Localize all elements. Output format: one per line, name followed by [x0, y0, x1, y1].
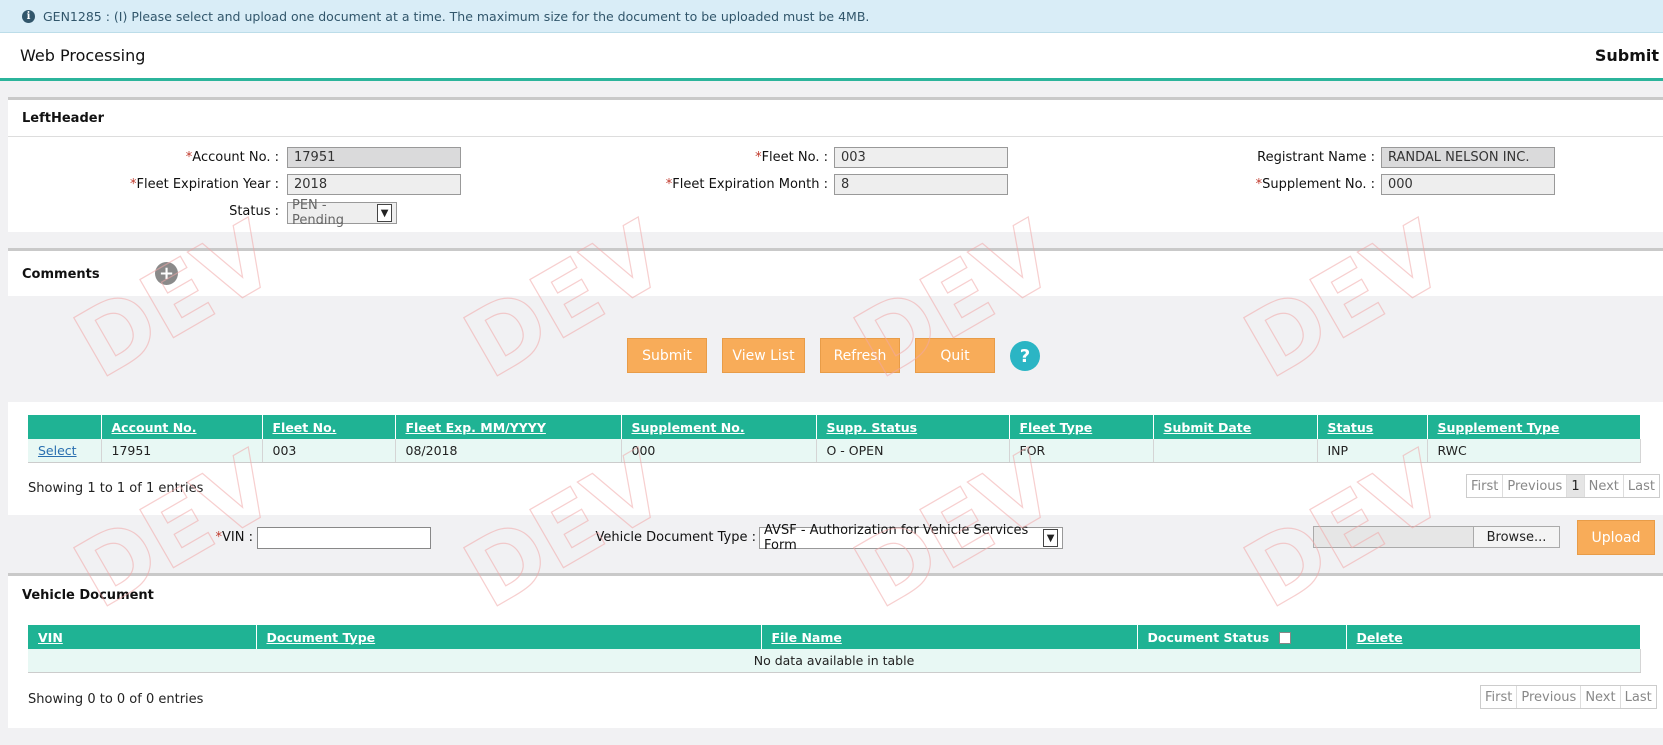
- registrant-name-label: Registrant Name :: [1257, 150, 1375, 165]
- column-header-submit-date[interactable]: Submit Date: [1153, 415, 1318, 439]
- table-row: Select 17951 003 08/2018 000 O - OPEN FO…: [28, 439, 1641, 463]
- info-icon: i: [22, 9, 35, 23]
- fleet-expiration-year-field[interactable]: 2018: [287, 174, 461, 195]
- vehicle-document-title: Vehicle Document: [22, 587, 154, 603]
- vin-label: *VIN :: [215, 530, 253, 545]
- pager-previous[interactable]: Previous: [1517, 686, 1582, 708]
- table-cell: [1153, 439, 1318, 463]
- browse-button[interactable]: Browse...: [1473, 527, 1559, 547]
- table-cell: 000: [621, 439, 817, 463]
- table-cell: 003: [262, 439, 396, 463]
- table-cell: RWC: [1427, 439, 1641, 463]
- info-message-bar: i GEN1285 : (I) Please select and upload…: [0, 0, 1663, 33]
- account-no-field[interactable]: 17951: [287, 147, 461, 168]
- fleet-table-info: Showing 1 to 1 of 1 entries: [28, 481, 204, 496]
- vehicle-document-info: Showing 0 to 0 of 0 entries: [28, 692, 204, 707]
- pager-next[interactable]: Next: [1581, 686, 1621, 708]
- comments-panel: Comments: [8, 248, 1663, 296]
- vehicle-document-header: VIN Document Type File Name Document Sta…: [28, 625, 1641, 649]
- vehicle-document-table: VIN Document Type File Name Document Sta…: [28, 625, 1641, 673]
- table-cell: FOR: [1009, 439, 1154, 463]
- comments-title: Comments: [22, 266, 100, 282]
- status-label: Status :: [229, 204, 279, 219]
- table-cell[interactable]: Select: [28, 439, 102, 463]
- chevron-down-icon: ▼: [377, 204, 392, 222]
- view-list-button[interactable]: View List: [722, 338, 805, 373]
- column-header-supp-status[interactable]: Supp. Status: [816, 415, 1010, 439]
- column-header-document-type[interactable]: Document Type: [256, 625, 762, 649]
- empty-table-message: No data available in table: [28, 649, 1641, 673]
- pager-first[interactable]: First: [1467, 475, 1504, 497]
- column-header-fleet-type[interactable]: Fleet Type: [1009, 415, 1154, 439]
- select-all-checkbox[interactable]: [1279, 632, 1292, 644]
- refresh-button[interactable]: Refresh: [820, 338, 900, 373]
- fleet-expiration-month-field[interactable]: 8: [834, 174, 1008, 195]
- column-header-fleet-exp[interactable]: Fleet Exp. MM/YYYY: [395, 415, 622, 439]
- table-cell: O - OPEN: [816, 439, 1010, 463]
- column-header-supplement-no[interactable]: Supplement No.: [621, 415, 817, 439]
- column-header-supplement-type[interactable]: Supplement Type: [1427, 415, 1641, 439]
- help-icon[interactable]: ?: [1010, 341, 1040, 371]
- supplement-no-label: *Supplement No. :: [1255, 177, 1375, 192]
- table-cell: 17951: [101, 439, 263, 463]
- info-message-text: GEN1285 : (I) Please select and upload o…: [43, 8, 870, 24]
- submit-button[interactable]: Submit: [627, 338, 707, 373]
- select-link[interactable]: Select: [38, 443, 77, 458]
- fleet-table-header: Account No. Fleet No. Fleet Exp. MM/YYYY…: [28, 415, 1641, 439]
- file-picker[interactable]: Browse...: [1313, 526, 1560, 548]
- pager-previous[interactable]: Previous: [1503, 475, 1568, 497]
- vin-input[interactable]: [257, 527, 431, 549]
- pager-next[interactable]: Next: [1585, 475, 1624, 497]
- column-header-account-no[interactable]: Account No.: [101, 415, 263, 439]
- chevron-down-icon: ▼: [1043, 529, 1058, 547]
- pager-last[interactable]: Last: [1624, 475, 1659, 497]
- fleet-expiration-month-label: *Fleet Expiration Month :: [665, 177, 828, 192]
- status-select[interactable]: PEN - Pending ▼: [287, 198, 397, 228]
- upload-button[interactable]: Upload: [1577, 520, 1655, 555]
- page-header: Web Processing Submit: [0, 33, 1663, 81]
- left-header-title: LeftHeader: [8, 100, 1663, 137]
- fleet-no-field[interactable]: 003: [834, 147, 1008, 168]
- column-header-select: [28, 415, 102, 439]
- header-submit-link[interactable]: Submit: [1595, 46, 1659, 65]
- fleet-table: Account No. Fleet No. Fleet Exp. MM/YYYY…: [28, 415, 1641, 463]
- page-title: Web Processing: [20, 46, 146, 65]
- column-header-vin[interactable]: VIN: [28, 625, 257, 649]
- vehicle-document-pager: First Previous Next Last: [1480, 685, 1657, 709]
- vehicle-document-type-select[interactable]: AVSF - Authorization for Vehicle Service…: [759, 523, 1063, 553]
- pager-last[interactable]: Last: [1621, 686, 1656, 708]
- column-header-delete[interactable]: Delete: [1346, 625, 1641, 649]
- column-header-fleet-no[interactable]: Fleet No.: [262, 415, 396, 439]
- registrant-name-field[interactable]: RANDAL NELSON INC.: [1381, 147, 1555, 168]
- quit-button[interactable]: Quit: [915, 338, 995, 373]
- column-header-file-name[interactable]: File Name: [761, 625, 1138, 649]
- table-cell: INP: [1317, 439, 1428, 463]
- vehicle-document-type-label: Vehicle Document Type :: [595, 530, 756, 545]
- plus-circle-icon[interactable]: +: [155, 262, 178, 285]
- fleet-table-pager: First Previous 1 Next Last: [1466, 474, 1660, 498]
- fleet-no-label: *Fleet No. :: [755, 150, 828, 165]
- fleet-expiration-year-label: *Fleet Expiration Year :: [130, 177, 279, 192]
- column-header-status[interactable]: Status: [1317, 415, 1428, 439]
- pager-first[interactable]: First: [1481, 686, 1518, 708]
- pager-page-1[interactable]: 1: [1567, 475, 1585, 497]
- account-no-label: *Account No. :: [185, 150, 279, 165]
- table-cell: 08/2018: [395, 439, 622, 463]
- column-header-document-status: Document Status: [1137, 625, 1347, 649]
- supplement-no-field[interactable]: 000: [1381, 174, 1555, 195]
- table-row-empty: No data available in table: [28, 649, 1641, 673]
